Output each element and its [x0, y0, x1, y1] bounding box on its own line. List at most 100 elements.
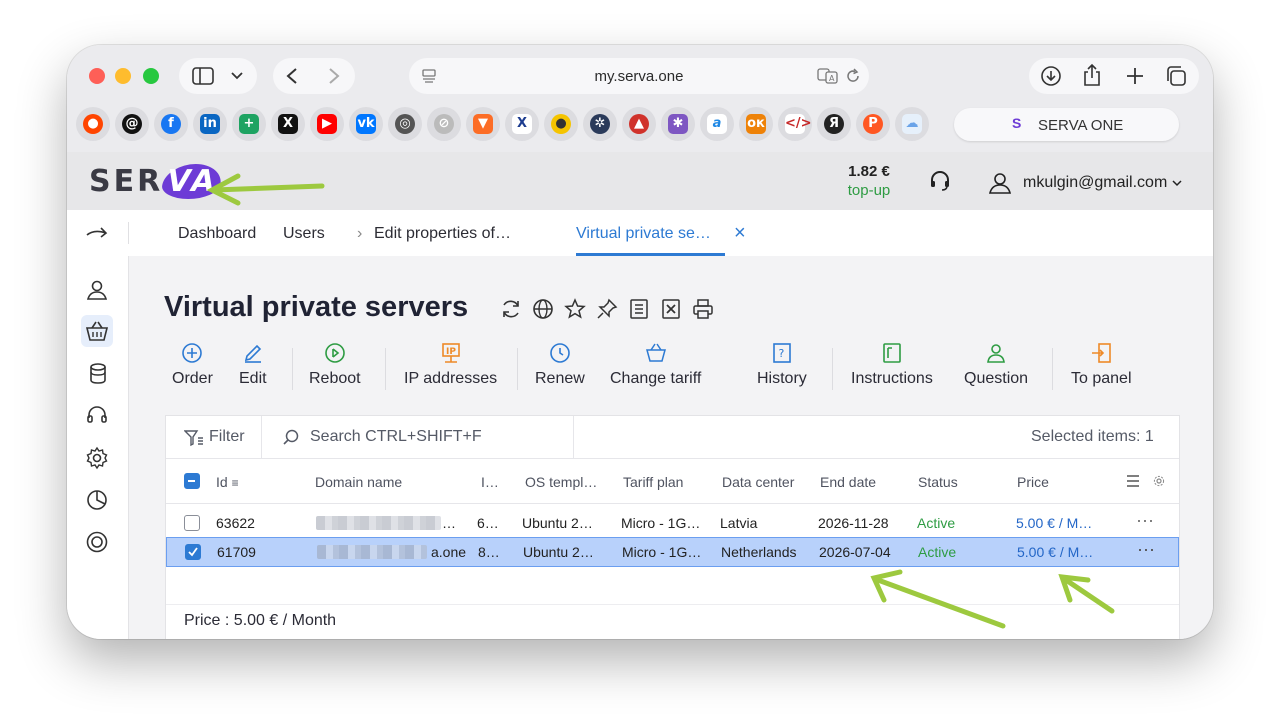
column-id[interactable]: Id ≡: [216, 474, 239, 490]
column-end-date[interactable]: End date: [820, 474, 876, 490]
back-icon[interactable]: [285, 67, 299, 85]
new-tab-icon[interactable]: [1125, 66, 1145, 86]
refresh-icon[interactable]: [499, 297, 523, 321]
bee-favicon[interactable]: ●: [544, 107, 578, 141]
change-tariff-button[interactable]: Change tariff: [610, 342, 701, 388]
sidebar-item-help[interactable]: [81, 526, 113, 558]
tab-overview-icon[interactable]: [1165, 65, 1187, 87]
sidebar-icon[interactable]: [192, 67, 214, 85]
p-app-favicon[interactable]: P: [856, 107, 890, 141]
filter-icon[interactable]: [184, 429, 204, 447]
cell-data-center: Latvia: [720, 515, 758, 531]
sidebar-item-account[interactable]: [81, 274, 113, 306]
x-app-favicon[interactable]: X: [505, 107, 539, 141]
yandex-favicon[interactable]: Я: [817, 107, 851, 141]
row-checkbox[interactable]: [184, 515, 200, 531]
reload-icon[interactable]: [845, 68, 861, 84]
renew-button[interactable]: Renew: [535, 342, 585, 388]
cell-price[interactable]: 5.00 € / M…: [1017, 544, 1093, 560]
address-bar[interactable]: my.serva.one A: [409, 58, 869, 94]
puzzle-favicon[interactable]: ✱: [661, 107, 695, 141]
ok-favicon[interactable]: ок: [739, 107, 773, 141]
filter-button[interactable]: Filter: [209, 428, 245, 446]
ip-addresses-button[interactable]: IP IP addresses: [404, 342, 497, 388]
table-row[interactable]: 63622 … 6… Ubuntu 2… Micro - 1G… Latvia …: [166, 508, 1179, 538]
code-favicon[interactable]: </>: [778, 107, 812, 141]
collapse-arrow-icon[interactable]: [86, 226, 108, 240]
globe-icon[interactable]: [531, 297, 555, 321]
sort-icon[interactable]: ≡: [232, 476, 239, 490]
minimize-window-button[interactable]: [115, 68, 131, 84]
row-more-button[interactable]: ⋯: [1136, 511, 1154, 532]
sidebar-item-finance[interactable]: [81, 358, 113, 390]
column-price[interactable]: Price: [1017, 474, 1049, 490]
cloud-favicon[interactable]: ☁: [895, 107, 929, 141]
user-menu[interactable]: mkulgin@gmail.com: [987, 170, 1182, 196]
sidebar-item-settings[interactable]: [81, 442, 113, 474]
support-headset-icon[interactable]: [928, 169, 952, 193]
balance-widget[interactable]: 1.82 € top-up: [839, 163, 899, 199]
reddit-favicon[interactable]: ●: [76, 107, 110, 141]
tab-virtual-private-servers[interactable]: Virtual private se…: [576, 225, 711, 243]
red-app-favicon[interactable]: ▲: [622, 107, 656, 141]
cell-price[interactable]: 5.00 € / M…: [1016, 515, 1092, 531]
download-icon[interactable]: [1040, 65, 1062, 87]
question-button[interactable]: Question: [964, 342, 1028, 388]
reboot-button[interactable]: Reboot: [309, 342, 361, 388]
column-status[interactable]: Status: [918, 474, 958, 490]
forward-icon[interactable]: [327, 67, 341, 85]
compass-favicon[interactable]: ⊘: [427, 107, 461, 141]
serva-logo[interactable]: SERVA: [89, 164, 226, 199]
sidebar-toggle-pill[interactable]: [179, 58, 257, 94]
cell-id: 63622: [216, 515, 255, 531]
row-more-button[interactable]: ⋯: [1137, 540, 1155, 561]
column-domain[interactable]: Domain name: [315, 474, 402, 490]
x-favicon[interactable]: X: [271, 107, 305, 141]
document-list-icon[interactable]: [627, 297, 651, 321]
vk-favicon[interactable]: vk: [349, 107, 383, 141]
row-checkbox[interactable]: [185, 544, 201, 560]
youtube-favicon[interactable]: ▶: [310, 107, 344, 141]
column-ip[interactable]: I…: [481, 474, 499, 490]
excel-export-icon[interactable]: [659, 297, 683, 321]
globe-favicon[interactable]: ◎: [388, 107, 422, 141]
edit-button[interactable]: Edit: [239, 342, 267, 388]
table-settings-icon[interactable]: [1153, 475, 1165, 487]
column-tariff[interactable]: Tariff plan: [623, 474, 683, 490]
close-window-button[interactable]: [89, 68, 105, 84]
pin-icon[interactable]: [595, 297, 619, 321]
instructions-button[interactable]: Instructions: [851, 342, 933, 388]
gitlab-favicon[interactable]: ▼: [466, 107, 500, 141]
column-os[interactable]: OS templ…: [525, 474, 597, 490]
close-tab-button[interactable]: ×: [734, 222, 746, 245]
table-row-selected[interactable]: 61709 a.one 8… Ubuntu 2… Micro - 1G… Net…: [166, 537, 1179, 567]
column-data-center[interactable]: Data center: [722, 474, 794, 490]
columns-menu-icon[interactable]: [1126, 475, 1140, 487]
active-tab[interactable]: S SERVA ONE: [954, 108, 1179, 141]
chevron-down-icon[interactable]: [231, 71, 243, 81]
pencil-icon: [244, 344, 261, 363]
tab-edit-properties[interactable]: Edit properties of…: [374, 225, 511, 243]
search-input[interactable]: Search CTRL+SHIFT+F: [310, 428, 482, 446]
order-button[interactable]: Order: [172, 342, 213, 388]
to-panel-button[interactable]: To panel: [1071, 342, 1132, 388]
topup-link[interactable]: top-up: [839, 182, 899, 199]
star-icon[interactable]: [563, 297, 587, 321]
history-button[interactable]: ? History: [757, 342, 807, 388]
zoom-window-button[interactable]: [143, 68, 159, 84]
sidebar-item-statistics[interactable]: [81, 484, 113, 516]
facebook-favicon[interactable]: f: [154, 107, 188, 141]
translate-icon[interactable]: A: [817, 68, 839, 84]
linkedin-favicon[interactable]: in: [193, 107, 227, 141]
threads-favicon[interactable]: @: [115, 107, 149, 141]
sidebar-item-support[interactable]: [81, 400, 113, 432]
sheets-favicon[interactable]: +: [232, 107, 266, 141]
select-all-checkbox[interactable]: [184, 473, 200, 489]
sidebar-item-products[interactable]: [81, 315, 113, 347]
print-icon[interactable]: [691, 297, 715, 321]
settings-app-favicon[interactable]: ✲: [583, 107, 617, 141]
tab-users[interactable]: Users: [283, 225, 325, 243]
share-icon[interactable]: [1082, 63, 1102, 87]
a-app-favicon[interactable]: a: [700, 107, 734, 141]
tab-dashboard[interactable]: Dashboard: [178, 225, 256, 243]
